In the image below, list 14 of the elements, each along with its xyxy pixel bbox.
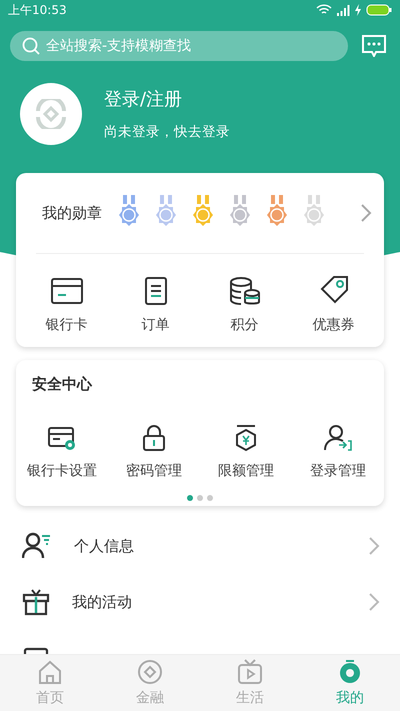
section-title: 安全中心	[31, 374, 94, 394]
menu-item[interactable]: 我的活动	[0, 574, 400, 630]
shortcut-button[interactable]: 优惠券	[289, 274, 378, 334]
status-time: 上午10:53	[8, 2, 67, 18]
security-button[interactable]: 银行卡设置	[16, 420, 108, 480]
shortcut-button[interactable]: 积分	[200, 274, 289, 334]
security-button[interactable]: 登录管理	[292, 420, 384, 480]
shortcut-button[interactable]: 银行卡	[22, 274, 111, 334]
security-button[interactable]: 密码管理	[108, 420, 200, 480]
menu-item[interactable]: 个人信息	[0, 518, 400, 574]
shortcut-button[interactable]: 订单	[111, 274, 200, 334]
security-button[interactable]: 限额管理	[200, 420, 292, 480]
medals-label: 我的勋章	[42, 204, 102, 222]
login-subtitle: 尚未登录，快去登录	[104, 123, 230, 141]
